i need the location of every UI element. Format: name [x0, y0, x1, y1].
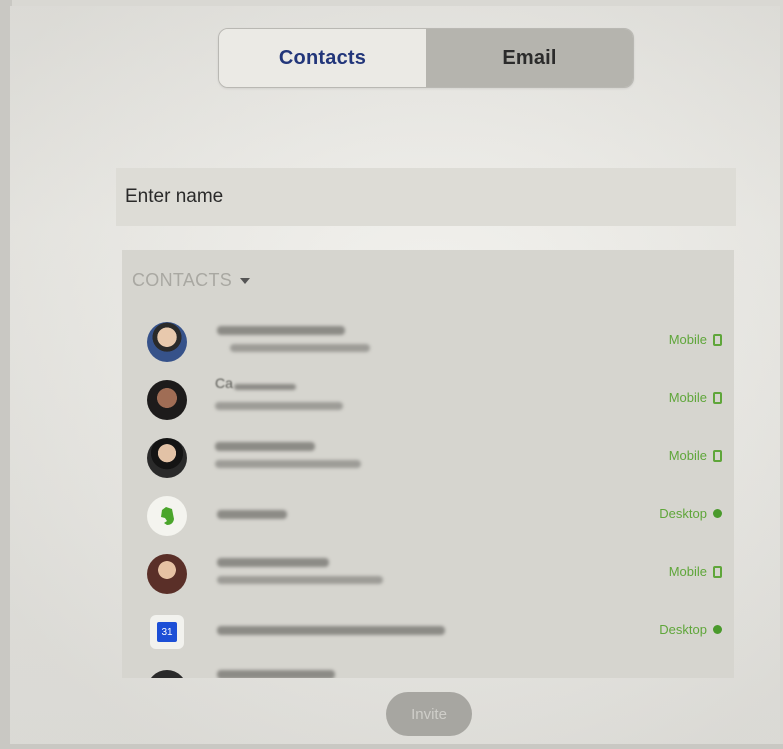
contacts-header-label: CONTACTS: [132, 270, 233, 290]
contact-name: Ca: [215, 375, 233, 391]
status-badge: Mobile: [669, 390, 722, 405]
contact-name-redacted: [215, 442, 315, 451]
status-label: Mobile: [668, 390, 707, 405]
status-label: Desktop: [659, 622, 707, 637]
contacts-email-switch: Contacts Email: [218, 28, 634, 88]
contact-name-redacted: [234, 384, 296, 390]
contact-detail-redacted: [215, 402, 343, 410]
online-dot-icon: [713, 509, 722, 518]
contact-name-redacted: [217, 558, 329, 567]
tab-email-label: Email: [502, 46, 557, 69]
status-badge: Desktop: [659, 622, 722, 637]
contact-name-redacted: [217, 670, 335, 678]
mobile-icon: [713, 391, 722, 404]
status-label: Desktop: [659, 506, 707, 521]
avatar: [147, 380, 187, 420]
evernote-icon: [147, 496, 187, 536]
avatar: [147, 554, 187, 594]
contacts-filter-dropdown[interactable]: CONTACTS: [132, 270, 251, 291]
contact-row[interactable]: Mobile: [122, 430, 734, 486]
avatar: [147, 322, 187, 362]
contact-name-redacted: [217, 626, 445, 635]
name-search-input[interactable]: [116, 168, 736, 226]
tab-contacts-label: Contacts: [278, 46, 367, 69]
avatar: [147, 670, 187, 678]
contact-row[interactable]: 31 Desktop: [122, 604, 734, 660]
tab-email[interactable]: Email: [426, 29, 633, 87]
contact-row[interactable]: [122, 662, 734, 678]
invite-screen: Contacts Email CONTACTS Mobile Ca: [10, 6, 780, 746]
contact-row[interactable]: Mobile: [122, 314, 734, 370]
contact-detail-redacted: [215, 460, 361, 468]
tab-contacts[interactable]: Contacts: [219, 29, 426, 87]
contact-detail-redacted: [230, 344, 370, 352]
mobile-icon: [713, 449, 722, 462]
photo-frame-edge: [0, 744, 783, 749]
mobile-icon: [713, 565, 722, 578]
status-label: Mobile: [668, 448, 707, 463]
avatar: [147, 438, 187, 478]
status-badge: Desktop: [659, 506, 722, 521]
mobile-icon: [713, 333, 722, 346]
contact-row[interactable]: Desktop: [122, 488, 734, 544]
contact-name-redacted: [217, 510, 287, 519]
contact-name-redacted: [217, 326, 345, 335]
caret-down-icon: [240, 277, 251, 284]
status-badge: Mobile: [669, 332, 722, 347]
status-label: Mobile: [668, 332, 707, 347]
status-label: Mobile: [668, 564, 707, 579]
online-dot-icon: [713, 625, 722, 634]
status-badge: Mobile: [669, 448, 722, 463]
contacts-list: CONTACTS Mobile Ca Mobile Mobile Desktop…: [122, 250, 734, 678]
invite-button[interactable]: Invite: [386, 692, 472, 736]
contact-row[interactable]: Mobile: [122, 546, 734, 602]
calendar-icon: 31: [150, 615, 184, 649]
contact-detail-redacted: [217, 576, 383, 584]
contact-row[interactable]: Ca Mobile: [122, 372, 734, 428]
status-badge: Mobile: [669, 564, 722, 579]
